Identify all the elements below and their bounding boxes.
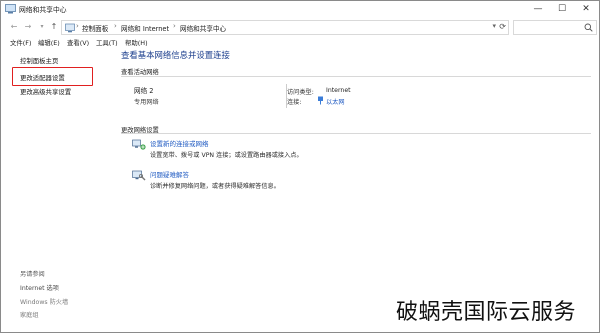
- troubleshoot-problems-description: 诊断并修复网络问题，或者获得疑难解答信息。: [150, 183, 280, 190]
- setup-new-connection-link[interactable]: 设置新的连接或网络: [150, 138, 209, 148]
- address-bar: ← → ▾ ↑ › 控制面板 › 网络和 Internet › 网络和共享中心 …: [1, 19, 599, 36]
- up-button[interactable]: ↑: [49, 21, 59, 33]
- access-type-label: 访问类型:: [287, 89, 314, 96]
- address-box[interactable]: › 控制面板 › 网络和 Internet › 网络和共享中心 ▾ ⟳: [61, 20, 509, 35]
- menu-view[interactable]: 查看(V): [67, 38, 89, 47]
- title-bar: 网络和共享中心 — ☐ ✕: [1, 1, 599, 19]
- breadcrumb-control-panel[interactable]: 控制面板: [82, 23, 108, 33]
- breadcrumb-network-sharing-center[interactable]: 网络和共享中心: [180, 23, 226, 33]
- troubleshoot-problems-link[interactable]: 问题疑难解答: [150, 169, 189, 179]
- windows-firewall-link[interactable]: Windows 防火墙: [20, 297, 68, 306]
- page-title: 查看基本网络信息并设置连接: [121, 50, 230, 60]
- menu-tools[interactable]: 工具(T): [96, 38, 118, 47]
- ethernet-link[interactable]: 以太网: [326, 97, 345, 106]
- watermark-text: 破蜗壳国际云服务: [396, 294, 577, 326]
- address-dropdown-button[interactable]: ▾: [492, 22, 496, 30]
- ethernet-icon: [318, 96, 323, 105]
- breadcrumb-separator: ›: [173, 22, 176, 30]
- menu-bar: 文件(F) 编辑(E) 查看(V) 工具(T) 帮助(H): [1, 37, 599, 50]
- back-button[interactable]: ←: [9, 21, 19, 33]
- network-setup-icon: [132, 139, 146, 150]
- network-name: 网络 2: [134, 87, 154, 95]
- maximize-button[interactable]: ☐: [551, 1, 573, 19]
- homegroup-link[interactable]: 家庭组: [20, 310, 39, 319]
- active-networks-heading: 查看活动网络: [121, 69, 159, 76]
- internet-options-link[interactable]: Internet 选项: [20, 283, 59, 292]
- network-type[interactable]: 专用网络: [134, 97, 159, 106]
- control-panel-icon: [65, 23, 75, 33]
- connections-label: 连接:: [287, 99, 302, 106]
- recent-locations-button[interactable]: ▾: [37, 21, 47, 33]
- network-center-icon: [5, 4, 16, 14]
- control-panel-home-link[interactable]: 控制面板主页: [20, 56, 58, 65]
- forward-button[interactable]: →: [23, 21, 33, 33]
- setup-new-connection-description: 设置宽带、拨号或 VPN 连接；或设置路由器或接入点。: [150, 152, 303, 159]
- see-also-heading: 另请参阅: [20, 271, 45, 278]
- access-type-value: Internet: [326, 87, 351, 94]
- menu-edit[interactable]: 编辑(E): [38, 38, 60, 47]
- refresh-button[interactable]: ⟳: [499, 22, 506, 31]
- search-input[interactable]: [513, 20, 597, 35]
- search-icon: [584, 23, 593, 32]
- close-button[interactable]: ✕: [575, 1, 597, 19]
- minimize-button[interactable]: —: [527, 1, 549, 19]
- troubleshoot-icon: [132, 170, 146, 181]
- sidebar: 控制面板主页 更改适配器设置 更改高级共享设置 另请参阅 Internet 选项…: [1, 50, 113, 334]
- breadcrumb-network-internet[interactable]: 网络和 Internet: [121, 23, 169, 33]
- change-adapter-settings-link[interactable]: 更改适配器设置: [20, 73, 65, 82]
- breadcrumb-separator: ›: [114, 22, 117, 30]
- window-title: 网络和共享中心: [19, 6, 67, 14]
- breadcrumb-separator: ›: [76, 22, 79, 30]
- divider: [121, 133, 591, 134]
- menu-file[interactable]: 文件(F): [10, 38, 31, 47]
- menu-help[interactable]: 帮助(H): [125, 38, 148, 47]
- window: 网络和共享中心 — ☐ ✕ ← → ▾ ↑ › 控制面板 › 网络和 Inter…: [0, 0, 600, 333]
- main-content: 查看基本网络信息并设置连接 查看活动网络 网络 2 专用网络 访问类型: Int…: [113, 50, 599, 334]
- change-advanced-sharing-link[interactable]: 更改高级共享设置: [20, 87, 71, 96]
- divider: [121, 76, 591, 77]
